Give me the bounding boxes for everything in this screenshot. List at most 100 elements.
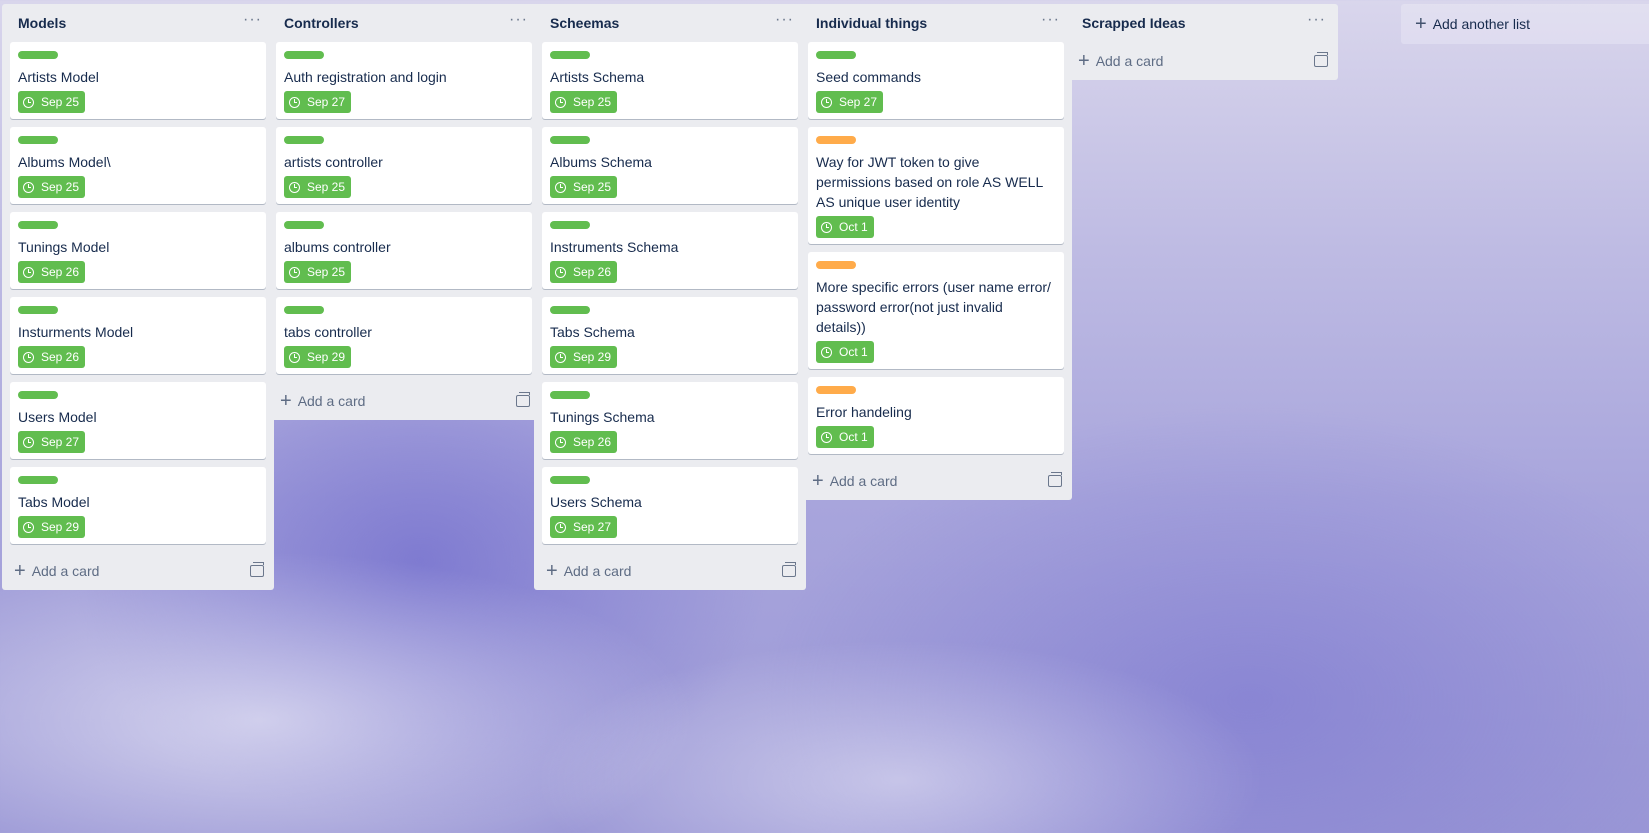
- card[interactable]: Way for JWT token to give permissions ba…: [808, 127, 1064, 244]
- due-date-badge[interactable]: Sep 26: [18, 346, 86, 368]
- card[interactable]: tabs controller Sep 29: [276, 297, 532, 374]
- due-date-badge[interactable]: Sep 25: [284, 176, 352, 198]
- card[interactable]: Albums Schema Sep 25: [542, 127, 798, 204]
- card-label-orange[interactable]: [816, 261, 856, 269]
- card-title: Users Schema: [550, 494, 642, 510]
- due-date-text: Oct 1: [839, 345, 868, 359]
- add-card-label: Add a card: [829, 473, 898, 489]
- card-label-green[interactable]: [284, 136, 324, 144]
- card[interactable]: Artists Model Sep 25: [10, 42, 266, 119]
- card[interactable]: Tunings Model Sep 26: [10, 212, 266, 289]
- ellipsis-icon[interactable]: ···: [507, 12, 530, 34]
- card-label-green[interactable]: [550, 476, 590, 484]
- plus-icon: +: [14, 560, 26, 582]
- due-date-badge[interactable]: Sep 27: [816, 91, 884, 113]
- due-date-badge[interactable]: Sep 29: [284, 346, 352, 368]
- due-date-badge[interactable]: Oct 1: [816, 341, 874, 363]
- due-date-badge[interactable]: Sep 27: [550, 516, 618, 538]
- card-label-green[interactable]: [550, 306, 590, 314]
- card-label-green[interactable]: [18, 136, 58, 144]
- list-title[interactable]: Controllers: [284, 15, 359, 31]
- card-label-green[interactable]: [18, 306, 58, 314]
- add-card-button[interactable]: + Add a card: [546, 561, 631, 581]
- card-title: Artists Schema: [550, 69, 645, 85]
- card[interactable]: Albums Model\ Sep 25: [10, 127, 266, 204]
- add-card-button[interactable]: + Add a card: [280, 391, 365, 411]
- ellipsis-icon[interactable]: ···: [773, 12, 796, 34]
- due-date-text: Sep 27: [839, 95, 878, 109]
- card-list: Seed commands Sep 27 Way for JWT token to …: [800, 42, 1072, 454]
- due-date-badge[interactable]: Sep 29: [550, 346, 618, 368]
- card-label-green[interactable]: [550, 51, 590, 59]
- card[interactable]: Tabs Schema Sep 29: [542, 297, 798, 374]
- ellipsis-icon[interactable]: ···: [1039, 12, 1062, 34]
- card-label-green[interactable]: [18, 221, 58, 229]
- add-card-button[interactable]: + Add a card: [812, 471, 897, 491]
- list-title[interactable]: Scrapped Ideas: [1082, 15, 1186, 31]
- list-title[interactable]: Models: [18, 15, 66, 31]
- due-date-badge[interactable]: Sep 25: [284, 261, 352, 283]
- card-template-icon[interactable]: [516, 392, 530, 407]
- due-date-badge[interactable]: Sep 25: [550, 91, 618, 113]
- clock-icon: [821, 96, 832, 108]
- card-label-green[interactable]: [550, 391, 590, 399]
- due-date-badge[interactable]: Sep 25: [18, 176, 86, 198]
- due-date-badge[interactable]: Sep 29: [18, 516, 86, 538]
- due-date-badge[interactable]: Oct 1: [816, 426, 874, 448]
- due-date-badge[interactable]: Sep 25: [550, 176, 618, 198]
- due-date-badge[interactable]: Oct 1: [816, 216, 874, 238]
- card-label-green[interactable]: [816, 51, 856, 59]
- due-date-badge[interactable]: Sep 26: [18, 261, 86, 283]
- card[interactable]: artists controller Sep 25: [276, 127, 532, 204]
- add-card-button[interactable]: + Add a card: [14, 561, 99, 581]
- due-date-text: Oct 1: [839, 220, 868, 234]
- due-date-badge[interactable]: Sep 27: [284, 91, 352, 113]
- card-label-green[interactable]: [284, 306, 324, 314]
- card[interactable]: More specific errors (user name error/ p…: [808, 252, 1064, 369]
- list-title[interactable]: Scheemas: [550, 15, 619, 31]
- list-title[interactable]: Individual things: [816, 15, 927, 31]
- card[interactable]: Artists Schema Sep 25: [542, 42, 798, 119]
- card[interactable]: Users Model Sep 27: [10, 382, 266, 459]
- card-title: tabs controller: [284, 324, 372, 340]
- card[interactable]: Insturments Model Sep 26: [10, 297, 266, 374]
- ellipsis-icon[interactable]: ···: [241, 12, 264, 34]
- card[interactable]: Tabs Model Sep 29: [10, 467, 266, 544]
- due-date-text: Sep 27: [573, 520, 612, 534]
- card-label-green[interactable]: [18, 391, 58, 399]
- clock-icon: [555, 181, 566, 193]
- card-template-icon[interactable]: [782, 562, 796, 577]
- card[interactable]: albums controller Sep 25: [276, 212, 532, 289]
- card-label-green[interactable]: [18, 51, 58, 59]
- clock-icon: [23, 351, 34, 363]
- add-another-list-button[interactable]: + Add another list: [1401, 4, 1649, 44]
- card-label-green[interactable]: [18, 476, 58, 484]
- card-title: Instruments Schema: [550, 239, 679, 255]
- card[interactable]: Error handeling Oct 1: [808, 377, 1064, 454]
- card-template-icon[interactable]: [1048, 472, 1062, 487]
- card-label-green[interactable]: [550, 136, 590, 144]
- due-date-badge[interactable]: Sep 25: [18, 91, 86, 113]
- card-label-green[interactable]: [284, 51, 324, 59]
- card-label-green[interactable]: [284, 221, 324, 229]
- card[interactable]: Instruments Schema Sep 26: [542, 212, 798, 289]
- card-template-icon[interactable]: [250, 562, 264, 577]
- card[interactable]: Tunings Schema Sep 26: [542, 382, 798, 459]
- due-date-text: Sep 29: [41, 520, 80, 534]
- plus-icon: +: [546, 560, 558, 582]
- plus-icon: +: [812, 470, 824, 492]
- due-date-badge[interactable]: Sep 27: [18, 431, 86, 453]
- due-date-badge[interactable]: Sep 26: [550, 431, 618, 453]
- card-label-orange[interactable]: [816, 386, 856, 394]
- card[interactable]: Users Schema Sep 27: [542, 467, 798, 544]
- add-card-button[interactable]: + Add a card: [1078, 51, 1163, 71]
- due-date-badge[interactable]: Sep 26: [550, 261, 618, 283]
- card-title: Users Model: [18, 409, 97, 425]
- card[interactable]: Seed commands Sep 27: [808, 42, 1064, 119]
- card[interactable]: Auth registration and login Sep 27: [276, 42, 532, 119]
- card-label-orange[interactable]: [816, 136, 856, 144]
- card-template-icon[interactable]: [1314, 52, 1328, 67]
- ellipsis-icon[interactable]: ···: [1305, 12, 1328, 34]
- clock-icon: [555, 266, 566, 278]
- card-label-green[interactable]: [550, 221, 590, 229]
